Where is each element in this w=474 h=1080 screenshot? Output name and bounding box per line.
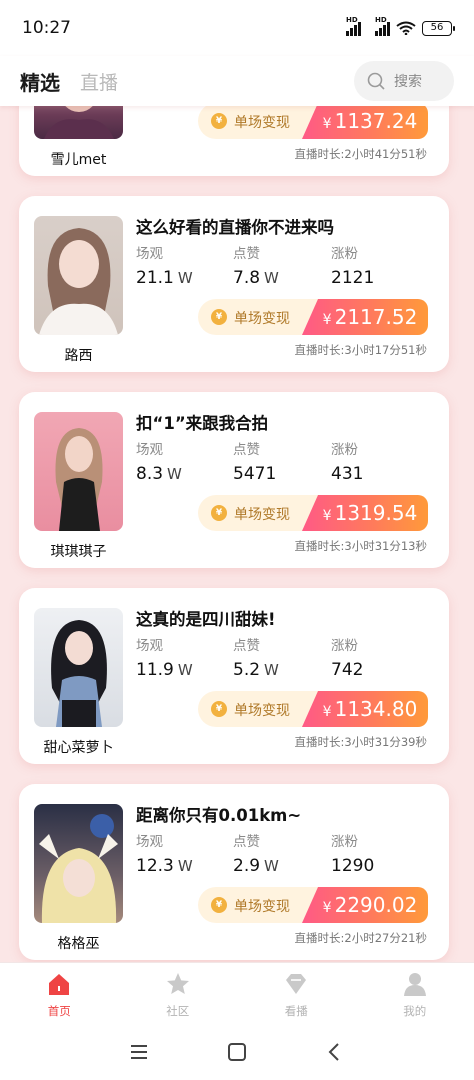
earnings-amount: ¥1319.54	[302, 495, 428, 531]
earnings-amount: ¥1134.80	[302, 691, 428, 727]
home-icon	[49, 974, 70, 995]
stat-fans: 涨粉 431	[331, 442, 364, 484]
stat-views: 场观 21.1 W	[136, 246, 193, 288]
search-box[interactable]: 搜索	[354, 61, 454, 101]
live-card[interactable]: 格格巫 距离你只有0.01km~ 场观 12.3 W 点赞 2.9 W 涨粉 129…	[19, 784, 449, 960]
stat-views: 场观 11.9 W	[136, 638, 193, 680]
earnings-label: 单场变现	[234, 115, 290, 131]
stat-likes: 点赞 2.9 W	[233, 834, 279, 876]
earnings-label: 单场变现	[234, 507, 290, 523]
back-icon[interactable]	[324, 1041, 346, 1063]
live-duration: 直播时长:3小时31分13秒	[294, 539, 427, 553]
bottom-nav: 首页 社区 看播 我的	[0, 962, 474, 1024]
stat-views: 场观 12.3 W	[136, 834, 193, 876]
host-name: 格格巫	[57, 936, 100, 952]
live-feed[interactable]: 雪儿met ¥ 单场变现 ¥1137.24 直播时长:2小时41分51秒 路西 …	[0, 106, 474, 962]
search-icon	[367, 72, 385, 90]
stat-fans: 涨粉 1290	[331, 834, 375, 876]
earnings-amount: ¥1137.24	[302, 106, 428, 139]
host-avatar[interactable]	[34, 608, 123, 727]
host-avatar[interactable]	[34, 412, 123, 531]
status-bar: 10:27 HD HD 56	[0, 0, 474, 56]
earnings-label: 单场变现	[234, 899, 290, 915]
stream-title: 扣“1”来跟我合拍	[136, 414, 269, 433]
live-card[interactable]: 甜心菜萝卜 这真的是四川甜妹! 场观 11.9 W 点赞 5.2 W 涨粉 742 …	[19, 588, 449, 764]
stat-fans: 涨粉 2121	[331, 246, 375, 288]
stat-likes: 点赞 5.2 W	[233, 638, 279, 680]
system-nav-bar	[0, 1024, 474, 1080]
stat-likes: 点赞 7.8 W	[233, 246, 279, 288]
earnings-badge: ¥ 单场变现 ¥1134.80	[198, 691, 428, 727]
stream-title: 这真的是四川甜妹!	[136, 610, 276, 629]
signal-icon: HD	[346, 16, 361, 36]
live-duration: 直播时长:3小时31分39秒	[294, 735, 427, 749]
earnings-amount: ¥2290.02	[302, 887, 428, 923]
nav-community[interactable]: 社区	[119, 963, 238, 1024]
live-card[interactable]: 路西 这么好看的直播你不进来吗 场观 21.1 W 点赞 7.8 W 涨粉 2121…	[19, 196, 449, 372]
coin-icon: ¥	[211, 113, 227, 129]
nav-watch[interactable]: 看播	[237, 963, 356, 1024]
signal-icon: HD	[375, 16, 390, 36]
earnings-badge: ¥ 单场变现 ¥2117.52	[198, 299, 428, 335]
live-duration: 直播时长:3小时17分51秒	[294, 343, 427, 357]
host-avatar[interactable]	[34, 216, 123, 335]
live-card[interactable]: 琪琪琪子 扣“1”来跟我合拍 场观 8.3 W 点赞 5471 涨粉 431 ¥ …	[19, 392, 449, 568]
host-name: 路西	[64, 348, 93, 364]
live-duration: 直播时长:2小时41分51秒	[294, 147, 427, 161]
stat-likes: 点赞 5471	[233, 442, 277, 484]
wifi-icon	[396, 21, 416, 35]
stream-title: 这么好看的直播你不进来吗	[136, 218, 334, 237]
person-icon	[403, 973, 426, 996]
star-icon	[166, 973, 189, 994]
coin-icon: ¥	[211, 505, 227, 521]
coin-icon: ¥	[211, 897, 227, 913]
stat-views: 场观 8.3 W	[136, 442, 182, 484]
search-placeholder: 搜索	[394, 74, 422, 90]
battery-icon: 56	[422, 20, 455, 36]
coin-icon: ¥	[211, 309, 227, 325]
clock: 10:27	[22, 18, 71, 38]
nav-home[interactable]: 首页	[0, 963, 119, 1024]
coin-icon: ¥	[211, 701, 227, 717]
host-name: 琪琪琪子	[50, 544, 107, 560]
nav-profile[interactable]: 我的	[356, 963, 474, 1024]
home-square-icon[interactable]	[226, 1041, 248, 1063]
menu-icon[interactable]	[128, 1041, 150, 1063]
diamond-icon	[286, 974, 307, 994]
stat-fans: 涨粉 742	[331, 638, 364, 680]
top-header: 精选 直播 搜索	[0, 56, 474, 106]
live-duration: 直播时长:2小时27分21秒	[294, 931, 427, 945]
earnings-label: 单场变现	[234, 703, 290, 719]
tab-featured[interactable]: 精选	[20, 67, 60, 96]
earnings-badge: ¥ 单场变现 ¥1319.54	[198, 495, 428, 531]
tab-live[interactable]: 直播	[80, 68, 118, 95]
earnings-label: 单场变现	[234, 311, 290, 327]
earnings-amount: ¥2117.52	[302, 299, 428, 335]
live-card[interactable]: 雪儿met ¥ 单场变现 ¥1137.24 直播时长:2小时41分51秒	[19, 106, 449, 176]
host-avatar[interactable]	[34, 106, 123, 139]
status-icons: HD HD 56	[346, 16, 455, 36]
earnings-badge: ¥ 单场变现 ¥2290.02	[198, 887, 428, 923]
host-name: 甜心菜萝卜	[43, 740, 114, 756]
host-name: 雪儿met	[50, 152, 107, 168]
stream-title: 距离你只有0.01km~	[136, 806, 302, 825]
earnings-badge: ¥ 单场变现 ¥1137.24	[198, 106, 428, 139]
host-avatar[interactable]	[34, 804, 123, 923]
